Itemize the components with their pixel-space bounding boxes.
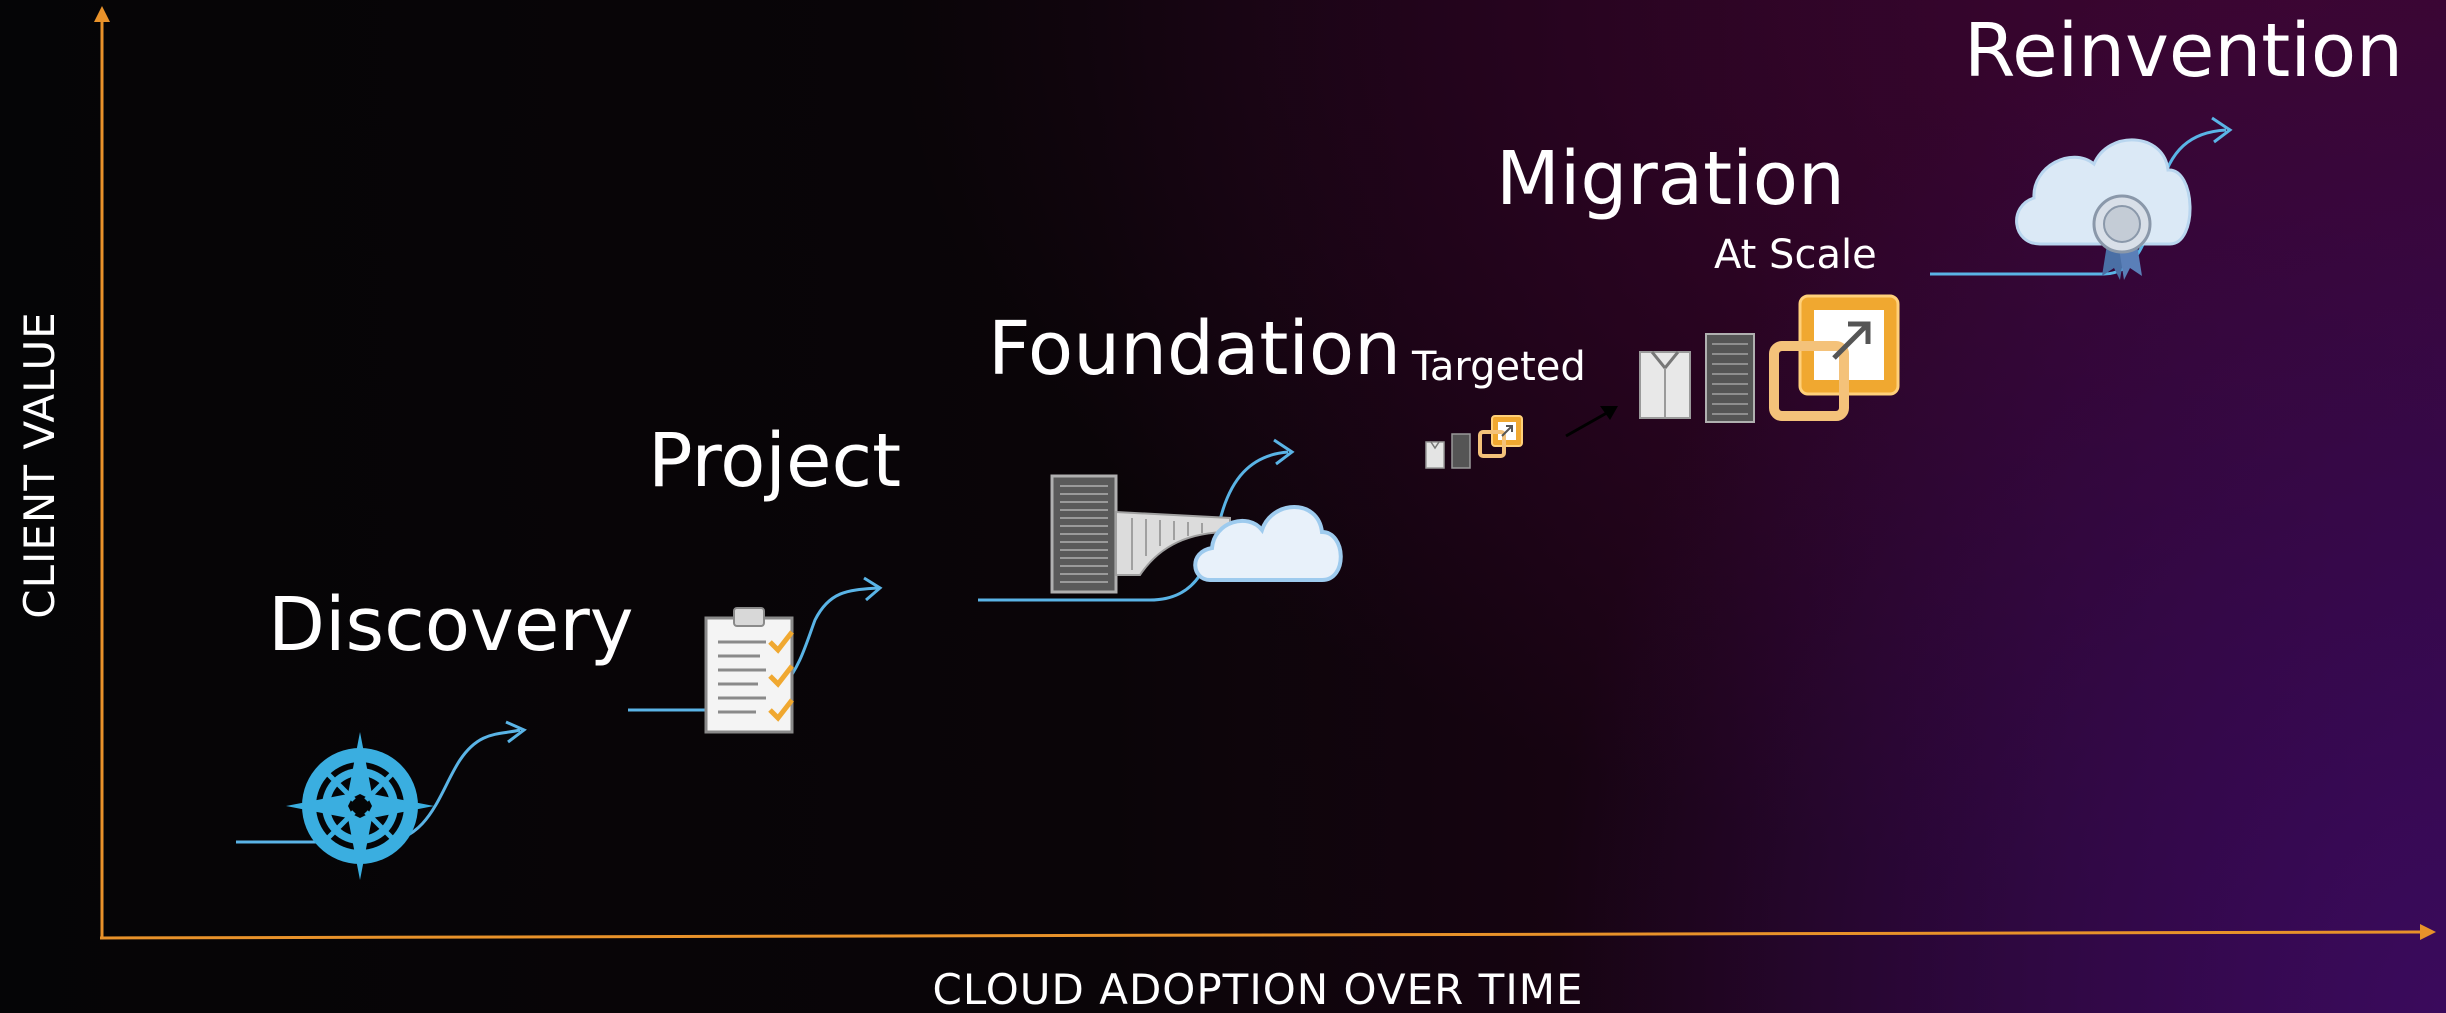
- stage-title-discovery: Discovery: [268, 582, 634, 668]
- foundation-group: [978, 438, 1343, 602]
- targeted-icons: [1425, 415, 1523, 469]
- award-ribbon-icon: [2092, 194, 2152, 280]
- compass-icon: [286, 732, 434, 880]
- stage-title-project: Project: [648, 418, 901, 504]
- discovery-group: [236, 720, 527, 880]
- x-axis-label: CLOUD ADOPTION OVER TIME: [933, 965, 1584, 1013]
- small-shirt-icon: [1425, 441, 1445, 469]
- targeted-to-scale-arrow: [1565, 408, 1613, 438]
- x-axis-arrowhead: [2420, 924, 2436, 940]
- small-migrate-icon: [1478, 415, 1523, 458]
- reinvention-group: [1930, 116, 2233, 280]
- sub-label-targeted: Targeted: [1411, 344, 1586, 390]
- server-bridge-cloud-icon: [1050, 474, 1343, 594]
- stage-title-migration: Migration: [1496, 136, 1845, 222]
- shirt-icon: [1639, 351, 1691, 419]
- server-rack-icon: [1050, 474, 1118, 594]
- small-server-icon: [1451, 433, 1471, 469]
- y-axis-label: CLIENT VALUE: [15, 311, 64, 618]
- cloud-adoption-diagram: CLIENT VALUE CLOUD ADOPTION OVER TIME Di…: [15, 6, 2436, 1013]
- migrate-scale-icon: [1769, 294, 1900, 421]
- server-rack-large-icon: [1705, 333, 1755, 423]
- stage-title-foundation: Foundation: [988, 306, 1401, 392]
- targeted-to-scale-arrowhead: [1600, 406, 1618, 420]
- servers-migration-icon: [1639, 294, 1900, 423]
- sub-label-at-scale: At Scale: [1714, 232, 1877, 278]
- clipboard-checklist-icon: [704, 607, 794, 734]
- project-group: [628, 576, 883, 734]
- y-axis-arrowhead: [94, 6, 110, 22]
- cloud-award-icon: [2015, 138, 2192, 280]
- stage-title-reinvention: Reinvention: [1964, 8, 2403, 94]
- x-axis: [99, 930, 2421, 940]
